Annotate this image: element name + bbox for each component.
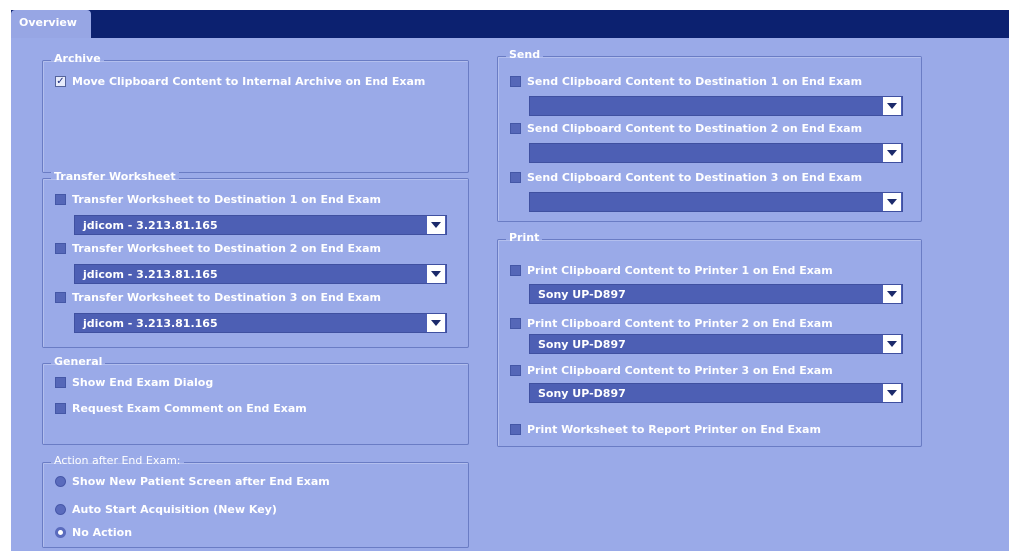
tab-bar <box>11 10 1009 38</box>
print-worksheet-checkbox[interactable] <box>510 424 521 435</box>
chevron-down-icon[interactable] <box>427 216 445 234</box>
send-dest2-label: Send Clipboard Content to Destination 2 … <box>527 122 863 135</box>
print-printer2-row[interactable]: Print Clipboard Content to Printer 2 on … <box>510 317 833 330</box>
print-worksheet-row[interactable]: Print Worksheet to Report Printer on End… <box>510 423 821 436</box>
send-group: Send Send Clipboard Content to Destinati… <box>497 48 922 222</box>
print-printer2-select[interactable]: Sony UP-D897 <box>529 334 903 354</box>
print-printer2-checkbox[interactable] <box>510 318 521 329</box>
print-worksheet-label: Print Worksheet to Report Printer on End… <box>527 423 821 436</box>
general-request-comment-checkbox[interactable] <box>55 403 66 414</box>
action-new-patient-radio[interactable] <box>55 476 66 487</box>
transfer-dest2-label: Transfer Worksheet to Destination 2 on E… <box>72 242 382 255</box>
transfer-dest2-checkbox[interactable] <box>55 243 66 254</box>
transfer-dest3-row[interactable]: Transfer Worksheet to Destination 3 on E… <box>55 291 381 304</box>
archive-title: Archive <box>51 52 104 65</box>
send-dest3-checkbox[interactable] <box>510 172 521 183</box>
chevron-down-icon[interactable] <box>883 285 901 303</box>
print-printer1-label: Print Clipboard Content to Printer 1 on … <box>527 264 833 277</box>
send-dest1-row[interactable]: Send Clipboard Content to Destination 1 … <box>510 75 862 88</box>
general-show-dialog-checkbox[interactable] <box>55 377 66 388</box>
overview-panel: Archive ✓ Move Clipboard Content to Inte… <box>11 38 1009 551</box>
tab-overview[interactable]: Overview <box>11 10 91 40</box>
print-printer3-checkbox[interactable] <box>510 365 521 376</box>
transfer-dest3-value: jdicom - 3.213.81.165 <box>83 316 218 330</box>
transfer-dest2-value: jdicom - 3.213.81.165 <box>83 267 218 281</box>
transfer-dest2-select[interactable]: jdicom - 3.213.81.165 <box>74 264 447 284</box>
send-title: Send <box>506 48 544 61</box>
send-dest2-select[interactable] <box>529 143 903 163</box>
print-printer1-row[interactable]: Print Clipboard Content to Printer 1 on … <box>510 264 833 277</box>
chevron-down-icon[interactable] <box>883 335 901 353</box>
send-dest3-label: Send Clipboard Content to Destination 3 … <box>527 171 863 184</box>
send-dest3-select[interactable] <box>529 192 903 212</box>
action-no-action-radio[interactable] <box>55 527 66 538</box>
chevron-down-icon[interactable] <box>883 97 901 115</box>
action-new-patient-label: Show New Patient Screen after End Exam <box>72 475 330 488</box>
print-title: Print <box>506 231 543 244</box>
transfer-dest3-select[interactable]: jdicom - 3.213.81.165 <box>74 313 447 333</box>
archive-group: Archive ✓ Move Clipboard Content to Inte… <box>42 52 469 173</box>
action-title: Action after End Exam: <box>51 454 184 467</box>
print-printer2-value: Sony UP-D897 <box>538 337 626 351</box>
action-auto-start-radio[interactable] <box>55 504 66 515</box>
general-title: General <box>51 355 106 368</box>
print-printer2-label: Print Clipboard Content to Printer 2 on … <box>527 317 833 330</box>
action-auto-start-label: Auto Start Acquisition (New Key) <box>72 503 277 516</box>
general-group: General Show End Exam Dialog Request Exa… <box>42 355 469 445</box>
general-request-comment-label: Request Exam Comment on End Exam <box>72 402 307 415</box>
transfer-worksheet-group: Transfer Worksheet Transfer Worksheet to… <box>42 170 469 348</box>
print-printer3-select[interactable]: Sony UP-D897 <box>529 383 903 403</box>
transfer-dest3-checkbox[interactable] <box>55 292 66 303</box>
send-dest1-label: Send Clipboard Content to Destination 1 … <box>527 75 863 88</box>
action-option-no-action[interactable]: No Action <box>55 526 132 539</box>
archive-move-clipboard-label: Move Clipboard Content to Internal Archi… <box>72 75 426 88</box>
send-dest3-row[interactable]: Send Clipboard Content to Destination 3 … <box>510 171 862 184</box>
print-printer3-label: Print Clipboard Content to Printer 3 on … <box>527 364 833 377</box>
transfer-dest1-checkbox[interactable] <box>55 194 66 205</box>
transfer-dest1-row[interactable]: Transfer Worksheet to Destination 1 on E… <box>55 193 381 206</box>
send-dest1-select[interactable] <box>529 96 903 116</box>
general-show-dialog-row[interactable]: Show End Exam Dialog <box>55 376 213 389</box>
chevron-down-icon[interactable] <box>883 193 901 211</box>
archive-move-clipboard-row[interactable]: ✓ Move Clipboard Content to Internal Arc… <box>55 75 425 88</box>
general-show-dialog-label: Show End Exam Dialog <box>72 376 214 389</box>
chevron-down-icon[interactable] <box>883 144 901 162</box>
print-printer3-row[interactable]: Print Clipboard Content to Printer 3 on … <box>510 364 833 377</box>
print-printer1-value: Sony UP-D897 <box>538 287 626 301</box>
chevron-down-icon[interactable] <box>427 314 445 332</box>
transfer-worksheet-title: Transfer Worksheet <box>51 170 179 183</box>
send-dest1-checkbox[interactable] <box>510 76 521 87</box>
chevron-down-icon[interactable] <box>427 265 445 283</box>
transfer-dest3-label: Transfer Worksheet to Destination 3 on E… <box>72 291 382 304</box>
print-printer1-checkbox[interactable] <box>510 265 521 276</box>
action-option-auto-start[interactable]: Auto Start Acquisition (New Key) <box>55 503 277 516</box>
chevron-down-icon[interactable] <box>883 384 901 402</box>
archive-move-clipboard-checkbox[interactable]: ✓ <box>55 76 66 87</box>
transfer-dest1-select[interactable]: jdicom - 3.213.81.165 <box>74 215 447 235</box>
print-group: Print Print Clipboard Content to Printer… <box>497 231 922 447</box>
transfer-dest1-value: jdicom - 3.213.81.165 <box>83 218 218 232</box>
action-option-new-patient[interactable]: Show New Patient Screen after End Exam <box>55 475 330 488</box>
transfer-dest2-row[interactable]: Transfer Worksheet to Destination 2 on E… <box>55 242 381 255</box>
transfer-dest1-label: Transfer Worksheet to Destination 1 on E… <box>72 193 382 206</box>
print-printer3-value: Sony UP-D897 <box>538 386 626 400</box>
general-request-comment-row[interactable]: Request Exam Comment on End Exam <box>55 402 307 415</box>
action-no-action-label: No Action <box>72 526 133 539</box>
send-dest2-checkbox[interactable] <box>510 123 521 134</box>
action-group: Action after End Exam: Show New Patient … <box>42 454 469 548</box>
send-dest2-row[interactable]: Send Clipboard Content to Destination 2 … <box>510 122 862 135</box>
print-printer1-select[interactable]: Sony UP-D897 <box>529 284 903 304</box>
